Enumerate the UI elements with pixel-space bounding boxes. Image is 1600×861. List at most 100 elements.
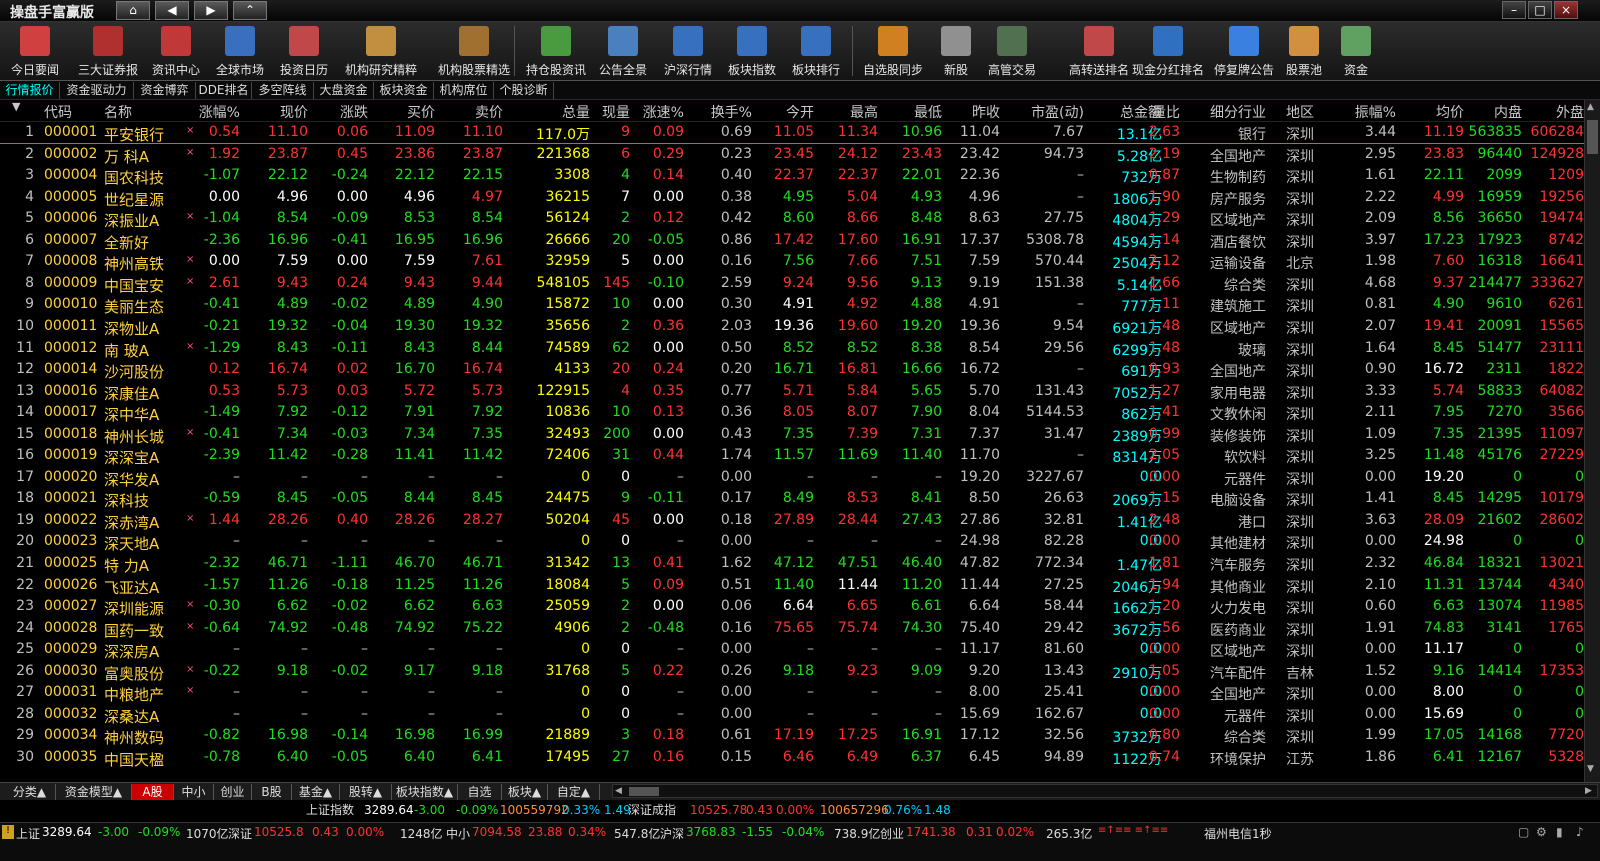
table-row[interactable]: 11 000012 南 玻A × -1.29 8.43 -0.11 8.43 8.44 74589…: [0, 338, 1584, 360]
header-prev-close[interactable]: 昨收: [948, 102, 1000, 122]
sound-icon[interactable]: ♪: [1576, 825, 1584, 839]
table-row[interactable]: 12 000014 沙河股份 0.12 16.74 0.02 16.70 16.74 4133 2…: [0, 359, 1584, 381]
toolbar-button-19[interactable]: 资金: [1336, 24, 1376, 80]
column-menu-icon[interactable]: ▼: [12, 100, 20, 113]
tab-0[interactable]: 行情报价: [0, 82, 60, 99]
toolbar-button-9[interactable]: 沪深行情: [660, 24, 716, 80]
toolbar-button-13[interactable]: 新股: [938, 24, 974, 80]
header-price[interactable]: 现价: [248, 102, 308, 122]
table-row[interactable]: 3 000004 国农科技 -1.07 22.12 -0.24 22.12 22.15 3308…: [0, 165, 1584, 187]
header-inner[interactable]: 内盘: [1468, 102, 1522, 122]
tab-5[interactable]: 大盘资金: [314, 82, 374, 99]
home-icon[interactable]: ⌂: [116, 1, 150, 20]
toolbar-button-16[interactable]: 现金分红排名: [1126, 24, 1210, 80]
tab-4[interactable]: 多空阵线: [252, 82, 314, 99]
header-turnover[interactable]: 换手%: [690, 102, 752, 122]
market-tab-10[interactable]: 板块▲: [502, 784, 548, 800]
status-sz-name[interactable]: 深证: [228, 825, 252, 842]
header-speed[interactable]: 涨速%: [632, 102, 684, 122]
table-row[interactable]: 13 000016 深康佳A 0.53 5.73 0.03 5.72 5.73 122915 4 0…: [0, 381, 1584, 403]
header-vol-ratio[interactable]: 量比: [1124, 102, 1180, 122]
alert-icon[interactable]: !: [2, 825, 14, 839]
back-icon[interactable]: ◀: [155, 1, 189, 20]
status-zx-name[interactable]: 中小: [446, 825, 470, 842]
header-code[interactable]: 代码: [44, 102, 72, 122]
table-row[interactable]: 1 000001 平安银行 × 0.54 11.10 0.06 11.09 11.10 117.0…: [0, 122, 1584, 144]
header-last-vol[interactable]: 现量: [590, 102, 630, 122]
market-tab-2[interactable]: A股: [132, 784, 174, 800]
table-row[interactable]: 6 000007 全新好 -2.36 16.96 -0.41 16.95 16.96 26666…: [0, 230, 1584, 252]
market-tab-6[interactable]: 基金▲: [292, 784, 340, 800]
header-industry[interactable]: 细分行业: [1180, 102, 1266, 122]
header-low[interactable]: 最低: [884, 102, 942, 122]
toolbar-button-4[interactable]: 投资日历: [274, 24, 334, 80]
table-row[interactable]: 30 000035 中国天楹 -0.78 6.40 -0.05 6.40 6.41 17495 2…: [0, 747, 1584, 769]
toolbar-button-7[interactable]: 持仓股资讯: [524, 24, 588, 80]
market-tab-9[interactable]: 自选: [458, 784, 502, 800]
maximize-button[interactable]: □: [1528, 1, 1552, 19]
header-change[interactable]: 涨跌: [312, 102, 368, 122]
table-row[interactable]: 20 000023 深天地A – – – – –0 0–0.00– – –24.98 82.28 0.0…: [0, 531, 1584, 553]
tab-6[interactable]: 板块资金: [374, 82, 434, 99]
tab-8[interactable]: 个股诊断: [494, 82, 554, 99]
table-row[interactable]: 2 000002 万 科A × 1.92 23.87 0.45 23.86 23.87 22136…: [0, 144, 1584, 166]
toolbar-button-18[interactable]: 股票池: [1280, 24, 1328, 80]
header-outer[interactable]: 外盘: [1526, 102, 1584, 122]
table-row[interactable]: 18 000021 深科技 -0.59 8.45 -0.05 8.44 8.45 24475 9-…: [0, 488, 1584, 510]
server-status[interactable]: 福州电信1秒: [1204, 825, 1272, 842]
toolbar-button-14[interactable]: 高管交易: [984, 24, 1040, 80]
table-row[interactable]: 14 000017 深中华A -1.49 7.92 -0.12 7.91 7.92 10836 1…: [0, 402, 1584, 424]
window-layout-icon[interactable]: ▢: [1518, 825, 1529, 839]
table-row[interactable]: 10 000011 深物业A -0.21 19.32 -0.04 19.30 19.32 356…: [0, 316, 1584, 338]
header-volume[interactable]: 总量: [508, 102, 590, 122]
toolbar-button-0[interactable]: 今日要闻: [8, 24, 62, 80]
scroll-down-icon[interactable]: ▼: [1587, 764, 1598, 778]
index-name-sh[interactable]: 上证指数: [306, 800, 354, 820]
table-row[interactable]: 26 000030 富奥股份 × -0.22 9.18 -0.02 9.17 9.18 31768…: [0, 661, 1584, 683]
market-tab-1[interactable]: 资金模型▲: [56, 784, 132, 800]
hscroll-thumb[interactable]: [629, 787, 659, 796]
header-name[interactable]: 名称: [104, 102, 132, 122]
tab-1[interactable]: 资金驱动力: [60, 82, 134, 99]
toolbar-button-5[interactable]: 机构研究精粹: [340, 24, 422, 80]
toolbar-button-1[interactable]: 三大证券报: [72, 24, 144, 80]
table-row[interactable]: 15 000018 神州长城 × -0.41 7.34 -0.03 7.34 7.35 32493…: [0, 424, 1584, 446]
status-cy-name[interactable]: 创业: [880, 825, 904, 842]
status-hs-name[interactable]: 沪深: [660, 825, 684, 842]
header-high[interactable]: 最高: [820, 102, 878, 122]
table-row[interactable]: 28 000032 深桑达A – – – – –0 0–0.00– – –15.69 162.67 0.…: [0, 704, 1584, 726]
table-row[interactable]: 29 000034 神州数码 -0.82 16.98 -0.14 16.98 16.99 218…: [0, 725, 1584, 747]
table-row[interactable]: 16 000019 深深宝A -2.39 11.42 -0.28 11.41 11.42 724…: [0, 445, 1584, 467]
header-region[interactable]: 地区: [1270, 102, 1330, 122]
minimize-button[interactable]: –: [1502, 1, 1526, 19]
market-tab-3[interactable]: 中小: [174, 784, 214, 800]
toolbar-button-6[interactable]: 机构股票精选: [428, 24, 520, 80]
header-amplitude[interactable]: 振幅%: [1336, 102, 1396, 122]
scroll-left-icon[interactable]: ◀: [615, 786, 625, 796]
header-open[interactable]: 今开: [760, 102, 814, 122]
horizontal-scrollbar[interactable]: ◀ ▶: [612, 784, 1598, 798]
table-row[interactable]: 9 000010 美丽生态 -0.41 4.89 -0.02 4.89 4.90 15872 10…: [0, 294, 1584, 316]
table-row[interactable]: 4 000005 世纪星源 0.00 4.96 0.00 4.96 4.97 36215 7 0.0…: [0, 187, 1584, 209]
vertical-scrollbar[interactable]: ▲ ▼: [1584, 100, 1600, 782]
tab-3[interactable]: DDE排名: [196, 82, 252, 99]
header-change-pct[interactable]: 涨幅%: [186, 102, 240, 122]
market-tab-11[interactable]: 自定▲: [548, 784, 600, 800]
market-tab-4[interactable]: 创业: [214, 784, 252, 800]
table-row[interactable]: 8 000009 中国宝安 × 2.61 9.43 0.24 9.43 9.44 548105 14…: [0, 273, 1584, 295]
toolbar-button-17[interactable]: 停复牌公告: [1210, 24, 1278, 80]
market-tab-0[interactable]: 分类▲: [4, 784, 56, 800]
toolbar-button-15[interactable]: 高转送排名: [1064, 24, 1134, 80]
forward-icon[interactable]: ▶: [194, 1, 228, 20]
table-row[interactable]: 25 000029 深深房A – – – – –0 0–0.00– – –11.17 81.60 0.0…: [0, 639, 1584, 661]
table-row[interactable]: 27 000031 中粮地产 × – – – – –0 0–0.00– – –8.00 25.41 0.0…: [0, 682, 1584, 704]
signal-icon[interactable]: ▮: [1556, 825, 1563, 839]
toolbar-button-8[interactable]: 公告全景: [592, 24, 654, 80]
table-row[interactable]: 21 000025 特 力A -2.32 46.71 -1.11 46.70 46.71 313…: [0, 553, 1584, 575]
settings-icon[interactable]: ⚙: [1536, 825, 1547, 839]
toolbar-button-2[interactable]: 资讯中心: [146, 24, 206, 80]
table-row[interactable]: 24 000028 国药一致 × -0.64 74.92 -0.48 74.92 75.22 49…: [0, 618, 1584, 640]
close-button[interactable]: ×: [1554, 1, 1578, 19]
index-name-sz[interactable]: 深证成指: [628, 800, 676, 820]
toolbar-button-11[interactable]: 板块排行: [786, 24, 846, 80]
